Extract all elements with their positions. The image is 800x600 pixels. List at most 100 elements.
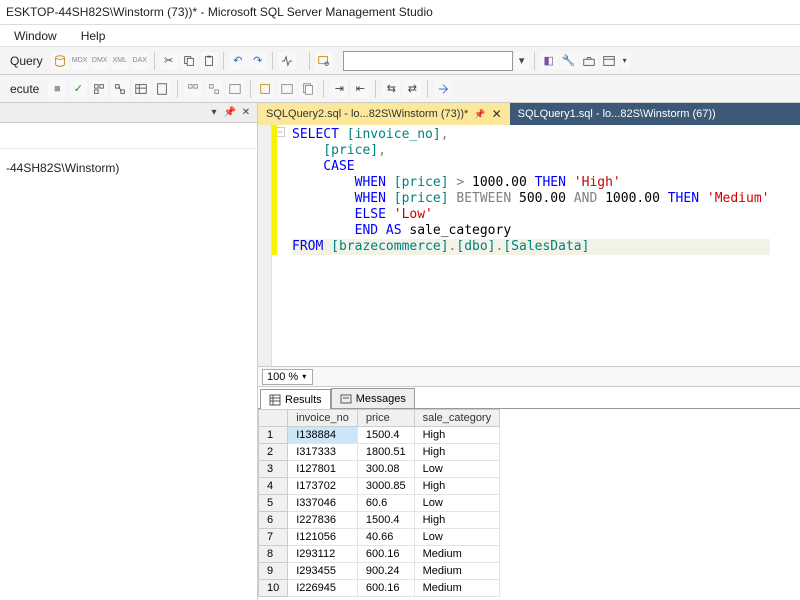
row-number[interactable]: 7 bbox=[259, 529, 288, 546]
table-row[interactable]: 4I1737023000.85High bbox=[259, 478, 500, 495]
cell[interactable]: 300.08 bbox=[357, 461, 414, 478]
column-header[interactable]: sale_category bbox=[414, 410, 500, 427]
cell[interactable]: Medium bbox=[414, 546, 500, 563]
column-header[interactable]: price bbox=[357, 410, 414, 427]
layout-icon[interactable] bbox=[600, 52, 618, 70]
column-header[interactable] bbox=[259, 410, 288, 427]
row-number[interactable]: 10 bbox=[259, 580, 288, 597]
cell[interactable]: I226945 bbox=[288, 580, 358, 597]
column-header[interactable]: invoice_no bbox=[288, 410, 358, 427]
cell[interactable]: I293455 bbox=[288, 563, 358, 580]
activity-icon[interactable] bbox=[278, 52, 296, 70]
table-row[interactable]: 5I33704660.6Low bbox=[259, 495, 500, 512]
cell[interactable]: 3000.85 bbox=[357, 478, 414, 495]
include-icon[interactable] bbox=[299, 80, 317, 98]
copy-icon[interactable] bbox=[180, 52, 198, 70]
tree-server-node[interactable]: -44SH82S\Winstorm) bbox=[2, 159, 255, 177]
table-row[interactable]: 3I127801300.08Low bbox=[259, 461, 500, 478]
close-icon[interactable]: ✕ bbox=[492, 107, 502, 121]
cell[interactable]: Low bbox=[414, 461, 500, 478]
cell[interactable]: 900.24 bbox=[357, 563, 414, 580]
cut-icon[interactable]: ✂ bbox=[160, 52, 178, 70]
tab-sqlquery2[interactable]: SQLQuery2.sql - lo...82S\Winstorm (73))*… bbox=[258, 103, 510, 125]
cell[interactable]: High bbox=[414, 427, 500, 444]
results-grid[interactable]: invoice_nopricesale_category1I1388841500… bbox=[258, 409, 800, 600]
pin-icon[interactable]: 📌 bbox=[474, 109, 485, 120]
cell[interactable]: Low bbox=[414, 529, 500, 546]
dropdown-icon[interactable]: ▾ bbox=[515, 52, 529, 70]
results-text-icon[interactable] bbox=[153, 80, 171, 98]
dropdown-icon[interactable]: ▾ bbox=[207, 106, 221, 120]
live-stats-icon[interactable] bbox=[226, 80, 244, 98]
dropdown-icon[interactable]: ▾ bbox=[620, 52, 630, 70]
cell[interactable]: Low bbox=[414, 495, 500, 512]
parse-icon[interactable]: ✓ bbox=[69, 80, 87, 98]
stats2-icon[interactable] bbox=[205, 80, 223, 98]
new-query-button[interactable]: Query bbox=[4, 54, 49, 68]
row-number[interactable]: 6 bbox=[259, 512, 288, 529]
cell[interactable]: 600.16 bbox=[357, 580, 414, 597]
tab-results[interactable]: Results bbox=[260, 389, 331, 409]
cell[interactable]: I337046 bbox=[288, 495, 358, 512]
table-row[interactable]: 7I12105640.66Low bbox=[259, 529, 500, 546]
cell[interactable]: I227836 bbox=[288, 512, 358, 529]
object-explorer-tree[interactable]: -44SH82S\Winstorm) bbox=[0, 155, 257, 600]
cell[interactable]: 60.6 bbox=[357, 495, 414, 512]
menu-help[interactable]: Help bbox=[71, 27, 116, 45]
extension-icon[interactable]: ◧ bbox=[540, 52, 558, 70]
cell[interactable]: 1500.4 bbox=[357, 427, 414, 444]
cell[interactable]: 600.16 bbox=[357, 546, 414, 563]
pin-icon[interactable]: 📌 bbox=[223, 106, 237, 120]
cell[interactable]: 1800.51 bbox=[357, 444, 414, 461]
code-text[interactable]: SELECT [invoice_no], [price], CASE WHEN … bbox=[290, 125, 772, 366]
cell[interactable]: I293112 bbox=[288, 546, 358, 563]
cell[interactable]: 40.66 bbox=[357, 529, 414, 546]
row-number[interactable]: 1 bbox=[259, 427, 288, 444]
row-number[interactable]: 2 bbox=[259, 444, 288, 461]
dax-icon[interactable]: DAX bbox=[131, 52, 149, 70]
cell[interactable]: 1500.4 bbox=[357, 512, 414, 529]
dropdown-icon[interactable]: ▾ bbox=[302, 372, 306, 381]
stats-icon[interactable] bbox=[184, 80, 202, 98]
tab-sqlquery1[interactable]: SQLQuery1.sql - lo...82S\Winstorm (67)) bbox=[510, 103, 724, 125]
cell[interactable]: High bbox=[414, 444, 500, 461]
results-grid-icon[interactable] bbox=[132, 80, 150, 98]
find-icon[interactable] bbox=[315, 52, 333, 70]
cell[interactable]: High bbox=[414, 478, 500, 495]
cell[interactable]: Medium bbox=[414, 563, 500, 580]
close-icon[interactable]: ✕ bbox=[239, 106, 253, 120]
table-row[interactable]: 10I226945600.16Medium bbox=[259, 580, 500, 597]
dmx-icon[interactable]: DMX bbox=[91, 52, 109, 70]
tab-messages[interactable]: Messages bbox=[331, 388, 415, 408]
cell[interactable]: High bbox=[414, 512, 500, 529]
plan-icon[interactable] bbox=[90, 80, 108, 98]
uncomment-icon[interactable]: ⇄ bbox=[403, 80, 421, 98]
outdent-icon[interactable]: ⇤ bbox=[351, 80, 369, 98]
cell[interactable]: I127801 bbox=[288, 461, 358, 478]
cell[interactable]: I317333 bbox=[288, 444, 358, 461]
table-row[interactable]: 2I3173331800.51High bbox=[259, 444, 500, 461]
cell[interactable]: I121056 bbox=[288, 529, 358, 546]
row-number[interactable]: 5 bbox=[259, 495, 288, 512]
cell[interactable]: I173702 bbox=[288, 478, 358, 495]
toolbox-icon[interactable] bbox=[580, 52, 598, 70]
row-number[interactable]: 4 bbox=[259, 478, 288, 495]
row-number[interactable]: 3 bbox=[259, 461, 288, 478]
sql-editor[interactable]: − SELECT [invoice_no], [price], CASE WHE… bbox=[258, 125, 800, 367]
comment-icon[interactable]: ⇆ bbox=[382, 80, 400, 98]
xmla-icon[interactable]: XML bbox=[111, 52, 129, 70]
breakpoint-margin[interactable] bbox=[258, 125, 272, 366]
table-row[interactable]: 9I293455900.24Medium bbox=[259, 563, 500, 580]
row-number[interactable]: 9 bbox=[259, 563, 288, 580]
stop-icon[interactable]: ■ bbox=[48, 80, 66, 98]
intellisense-icon[interactable] bbox=[278, 80, 296, 98]
undo-icon[interactable]: ↶ bbox=[229, 52, 247, 70]
mdx-icon[interactable]: MDX bbox=[71, 52, 89, 70]
table-row[interactable]: 8I293112600.16Medium bbox=[259, 546, 500, 563]
table-row[interactable]: 6I2278361500.4High bbox=[259, 512, 500, 529]
database-icon[interactable] bbox=[51, 52, 69, 70]
database-selector[interactable] bbox=[343, 51, 513, 71]
indent-icon[interactable]: ⇥ bbox=[330, 80, 348, 98]
spec-icon[interactable] bbox=[434, 80, 452, 98]
plan2-icon[interactable] bbox=[111, 80, 129, 98]
